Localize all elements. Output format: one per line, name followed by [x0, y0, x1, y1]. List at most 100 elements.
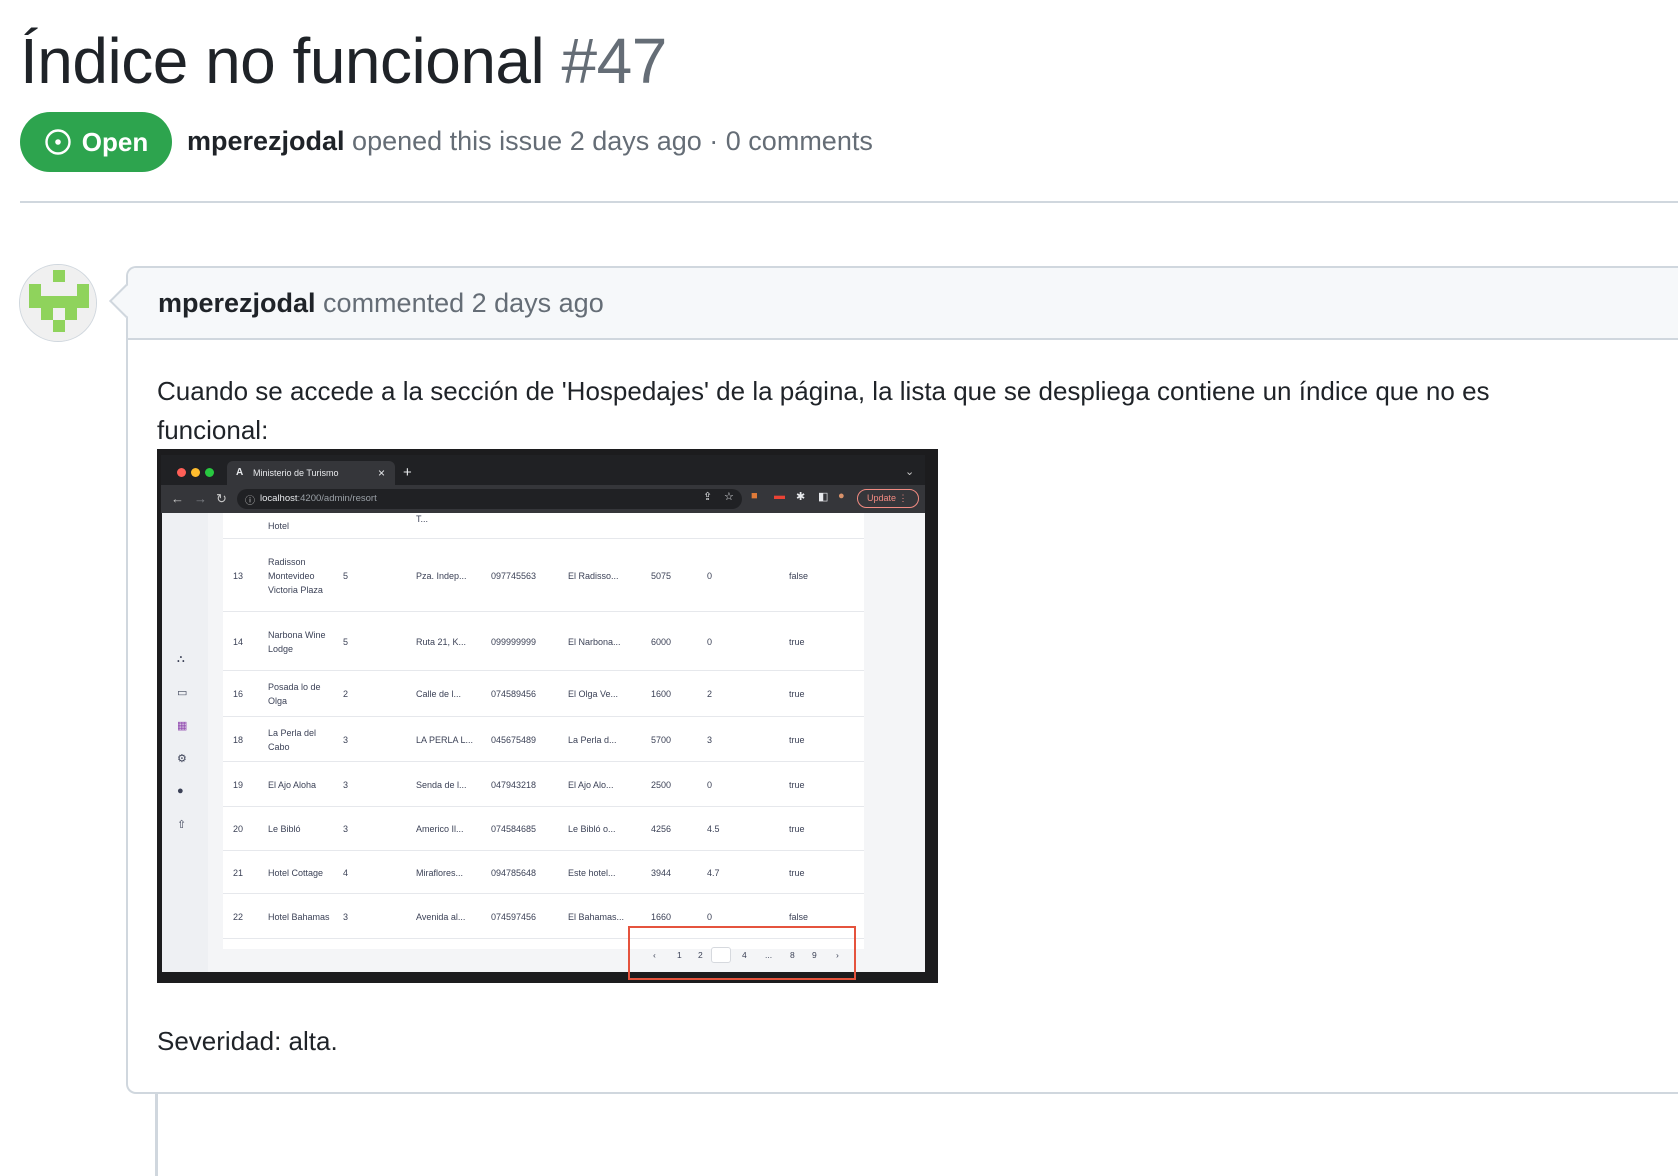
cell-name: Narbona Wine Lodge: [268, 629, 326, 654]
cell-id: 13: [233, 570, 244, 581]
cell-active: true: [789, 867, 805, 878]
card-icon: ▭: [177, 687, 188, 699]
cell-phone: 094785648: [491, 867, 537, 878]
cell-phone: 047943218: [491, 779, 537, 790]
comment-author-link[interactable]: mperezjodal: [158, 288, 316, 318]
cell-active: true: [789, 689, 805, 699]
cell-phone: 074584685: [491, 824, 537, 834]
highlight-box: [628, 926, 856, 980]
reload-icon: ↻: [216, 491, 227, 506]
window-zoom-dot: [205, 468, 214, 477]
cell-address: T...: [416, 514, 429, 524]
update-label: Update: [867, 493, 897, 503]
cell-id: 16: [233, 689, 244, 699]
cell-price: 5075: [651, 570, 672, 581]
url-path: :4200/admin/resort: [297, 493, 377, 504]
cell-description: El Olga Ve...: [568, 689, 619, 699]
cell-address: Ruta 21, K...: [416, 636, 467, 647]
issue-state-label: Open: [81, 126, 149, 157]
cell-stars: 2: [343, 689, 349, 699]
table-row[interactable]: 20 Le Bibló 3 Americo Il... 074584685 Le Bibl…: [223, 807, 864, 851]
cell-rating: 0: [707, 779, 713, 790]
cell-stars: 4: [343, 867, 349, 878]
cell-name: Posada lo de Olga: [268, 682, 321, 706]
cell-id: 22: [233, 911, 244, 922]
comment-header-text: mperezjodal commented 2 days ago: [158, 288, 604, 319]
share-icon: ⇪: [703, 491, 713, 503]
cell-rating: 0: [707, 911, 713, 922]
cell-name: Hotel Cottage: [268, 867, 324, 878]
issue-author-link[interactable]: mperezjodal: [187, 126, 345, 156]
table-row[interactable]: 13 Radisson Montevideo Victoria Plaza 5 Pza…: [223, 539, 864, 612]
cell-name: Hotel Bahamas: [268, 911, 330, 922]
user-settings-icon: ⚙: [177, 753, 187, 765]
cell-address: Senda de l...: [416, 779, 467, 790]
bookmark-star-icon: ☆: [724, 491, 734, 503]
cell-description: La Perla d...: [568, 734, 617, 745]
cell-phone: 074597456: [491, 911, 537, 922]
browser-tab-title: Ministerio de Turismo: [253, 468, 339, 478]
cell-phone: 045675489: [491, 734, 537, 745]
embedded-screenshot[interactable]: A Ministerio de Turismo × + ⌄ ← → ↻ ⓘ lo…: [157, 449, 938, 983]
cell-stars: 5: [343, 636, 349, 647]
issue-number: #47: [561, 25, 668, 97]
cell-address: LA PERLA L...: [416, 734, 474, 745]
url-host: localhost: [260, 493, 298, 504]
cell-id: 18: [233, 734, 244, 745]
cell-active: true: [789, 636, 805, 647]
issue-meta-text: opened this issue 2 days ago · 0 comment…: [344, 126, 873, 156]
cell-price: 2500: [651, 779, 672, 790]
cell-address: Avenida al...: [416, 911, 466, 922]
cell-stars: 3: [343, 911, 349, 922]
profile-avatar-icon: ●: [838, 490, 845, 502]
cell-rating: 2: [707, 689, 713, 699]
cell-name: Hotel: [268, 521, 290, 531]
metamask-extension-icon: ■: [751, 490, 758, 502]
forward-arrow-icon: →: [194, 491, 207, 506]
cell-price: 1600: [651, 689, 672, 699]
table-row[interactable]: 19 El Ajo Aloha 3 Senda de l... 047943218 El …: [223, 762, 864, 807]
cell-description: Este hotel...: [568, 867, 616, 878]
extensions-puzzle-icon: ✱: [796, 491, 806, 503]
hotel-icon: ▦: [177, 720, 188, 732]
cell-name: Radisson Montevideo Victoria Plaza: [268, 556, 323, 595]
table-row[interactable]: 18 La Perla del Cabo 3 LA PERLA L... 0456754…: [223, 717, 864, 762]
issue-title: Índice no funcional #47: [20, 24, 667, 98]
site-info-icon: ⓘ: [245, 496, 255, 507]
cell-rating: 4.7: [707, 867, 720, 878]
youtube-extension-icon: ▬: [774, 490, 785, 502]
cell-phone: 097745563: [491, 570, 537, 581]
cell-rating: 3: [707, 734, 713, 745]
cell-price: 6000: [651, 636, 672, 647]
table-row[interactable]: 14 Narbona Wine Lodge 5 Ruta 21, K... 099999…: [223, 612, 864, 671]
timeline-line: [155, 1094, 158, 1176]
new-tab-icon: +: [403, 464, 412, 481]
cell-id: 19: [233, 779, 244, 790]
issue-meta: mperezjodal opened this issue 2 days ago…: [187, 126, 873, 157]
cell-stars: 3: [343, 734, 349, 745]
upload-icon: ⇧: [177, 819, 187, 831]
table-row-partial: Hotel T...: [223, 513, 864, 539]
cell-price: 1660: [651, 911, 672, 922]
cell-active: true: [789, 779, 805, 790]
table-row[interactable]: 21 Hotel Cottage 4 Miraflores... 094785648 Es…: [223, 851, 864, 894]
issue-opened-icon: [45, 129, 71, 155]
cell-name: El Ajo Aloha: [268, 779, 317, 790]
cell-address: Americo Il...: [416, 824, 464, 834]
cell-name: Le Bibló: [268, 824, 301, 834]
cell-phone: 099999999: [491, 636, 537, 647]
user-avatar[interactable]: [19, 264, 97, 342]
angular-icon: A: [236, 467, 244, 478]
browser-update-button: Update ⋮: [857, 489, 919, 508]
cell-description: El Bahamas...: [568, 911, 625, 922]
identicon: [20, 265, 96, 341]
severity-text: Severidad: alta.: [157, 1026, 338, 1056]
side-panel-icon: ◧: [818, 491, 829, 503]
cell-stars: 3: [343, 824, 349, 834]
cell-rating: 0: [707, 636, 713, 647]
table-row[interactable]: 16 Posada lo de Olga 2 Calle de l... 0745894…: [223, 671, 864, 717]
info-icon: ●: [177, 785, 184, 797]
resorts-table: Hotel T... 13 Radisson Montevideo Victoria …: [223, 513, 864, 949]
cell-description: El Ajo Alo...: [568, 779, 614, 790]
tab-list-chevron-icon: ⌄: [905, 466, 915, 478]
